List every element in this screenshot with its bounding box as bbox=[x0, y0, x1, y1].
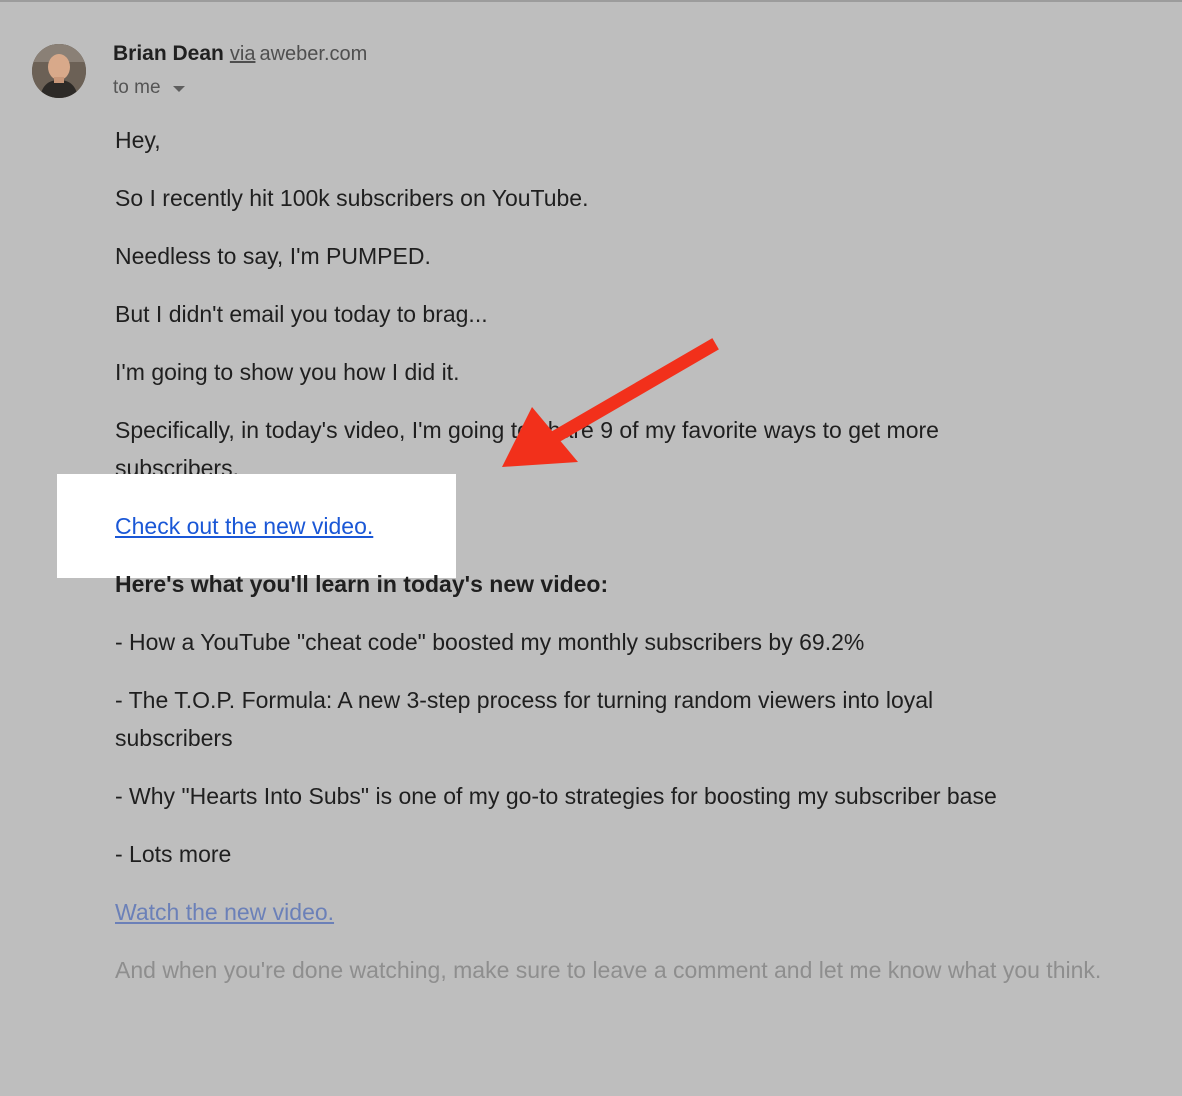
email-paragraph: So I recently hit 100k subscribers on Yo… bbox=[115, 185, 589, 211]
via-link[interactable]: via bbox=[230, 43, 256, 65]
recipient-label: to me bbox=[113, 77, 161, 98]
list-item: - Why "Hearts Into Subs" is one of my go… bbox=[115, 783, 997, 809]
email-paragraph: I'm going to show you how I did it. bbox=[115, 359, 460, 385]
check-out-video-link[interactable]: Check out the new video. bbox=[115, 513, 373, 539]
avatar[interactable] bbox=[32, 44, 86, 98]
sender-line: Brian Dean via aweber.com bbox=[113, 40, 367, 68]
avatar-image bbox=[32, 44, 86, 98]
sender-domain: aweber.com bbox=[259, 43, 368, 65]
caret-down-icon bbox=[172, 86, 185, 92]
video-link-container: Check out the new video. bbox=[115, 507, 1095, 545]
watch-link-container: Watch the new video. bbox=[115, 893, 1095, 931]
list-item: - The T.O.P. Formula: A new 3-step proce… bbox=[115, 687, 934, 751]
watch-video-link[interactable]: Watch the new video. bbox=[115, 899, 334, 925]
list-item: - How a YouTube "cheat code" boosted my … bbox=[115, 629, 865, 655]
recipient-details-toggle[interactable]: to me bbox=[113, 76, 185, 100]
top-border bbox=[0, 0, 1182, 2]
sender-name[interactable]: Brian Dean bbox=[113, 42, 224, 65]
email-greeting: Hey, bbox=[115, 127, 161, 153]
section-heading: Here's what you'll learn in today's new … bbox=[115, 571, 609, 597]
email-paragraph: But I didn't email you today to brag... bbox=[115, 301, 488, 327]
list-item: - Lots more bbox=[115, 841, 232, 867]
closing-paragraph: And when you're done watching, make sure… bbox=[115, 957, 1102, 983]
email-paragraph: Needless to say, I'm PUMPED. bbox=[115, 243, 431, 269]
